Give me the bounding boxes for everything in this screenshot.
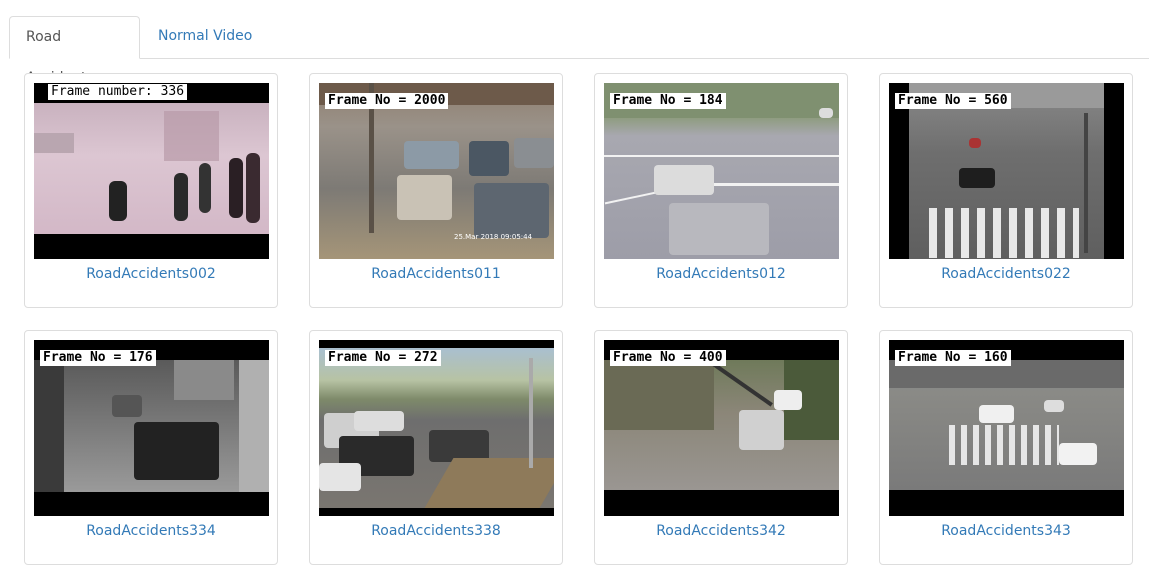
tab-normal-video[interactable]: Normal Video <box>142 16 268 57</box>
video-card: Frame No = 400 RoadAccidents342 <box>594 330 848 565</box>
video-card: Frame No = 560 RoadAccidents022 <box>879 73 1133 308</box>
scene-large-intersection <box>889 360 1124 490</box>
video-name-link[interactable]: RoadAccidents012 <box>595 266 847 282</box>
video-timestamp: 25.Mar 2018 09:05:44 <box>454 233 533 241</box>
video-name-link[interactable]: RoadAccidents022 <box>880 266 1132 282</box>
frame-number-label: Frame No = 160 <box>895 350 1011 366</box>
frame-number-label: Frame number: 336 <box>48 84 188 100</box>
video-card: Frame number: 336 RoadAccidents002 <box>24 73 278 308</box>
video-card: Frame No = 272 RoadAccidents338 <box>309 330 563 565</box>
scene-parking-garage <box>34 360 269 492</box>
video-thumbnail[interactable]: Frame No = 560 <box>889 83 1124 259</box>
video-thumbnail[interactable]: Frame No = 272 <box>319 340 554 516</box>
video-name-link[interactable]: RoadAccidents334 <box>25 523 277 539</box>
video-thumbnail[interactable]: Frame No = 184 <box>604 83 839 259</box>
video-category-tabs: Road Accident Normal Video <box>9 16 1149 86</box>
video-name-link[interactable]: RoadAccidents342 <box>595 523 847 539</box>
frame-number-label: Frame No = 176 <box>40 350 156 366</box>
video-thumbnail[interactable]: Frame number: 336 <box>34 83 269 259</box>
video-card: Frame No = 2000 25.Mar 2018 09:05:44 Roa… <box>309 73 563 308</box>
scene-pedestrians-street <box>34 103 269 234</box>
video-thumbnail[interactable]: Frame No = 176 <box>34 340 269 516</box>
video-name-link[interactable]: RoadAccidents011 <box>310 266 562 282</box>
scene-crosswalk-motorbikes <box>909 83 1104 259</box>
frame-number-label: Frame No = 400 <box>610 350 726 366</box>
video-card: Frame No = 176 RoadAccidents334 <box>24 330 278 565</box>
video-thumbnail[interactable]: Frame No = 2000 25.Mar 2018 09:05:44 <box>319 83 554 259</box>
tab-road-accident[interactable]: Road Accident <box>9 16 140 86</box>
video-thumbnail[interactable]: Frame No = 160 <box>889 340 1124 516</box>
video-card: Frame No = 184 RoadAccidents012 <box>594 73 848 308</box>
video-name-link[interactable]: RoadAccidents002 <box>25 266 277 282</box>
video-thumbnail[interactable]: Frame No = 400 <box>604 340 839 516</box>
frame-number-label: Frame No = 272 <box>325 350 441 366</box>
video-name-link[interactable]: RoadAccidents338 <box>310 523 562 539</box>
frame-number-label: Frame No = 560 <box>895 93 1011 109</box>
scene-city-corner <box>604 357 839 490</box>
frame-number-label: Frame No = 184 <box>610 93 726 109</box>
video-name-link[interactable]: RoadAccidents343 <box>880 523 1132 539</box>
scene-suburban-intersection <box>319 348 554 508</box>
scene-wide-road <box>604 83 839 259</box>
frame-number-label: Frame No = 2000 <box>325 93 449 109</box>
video-card: Frame No = 160 RoadAccidents343 <box>879 330 1133 565</box>
